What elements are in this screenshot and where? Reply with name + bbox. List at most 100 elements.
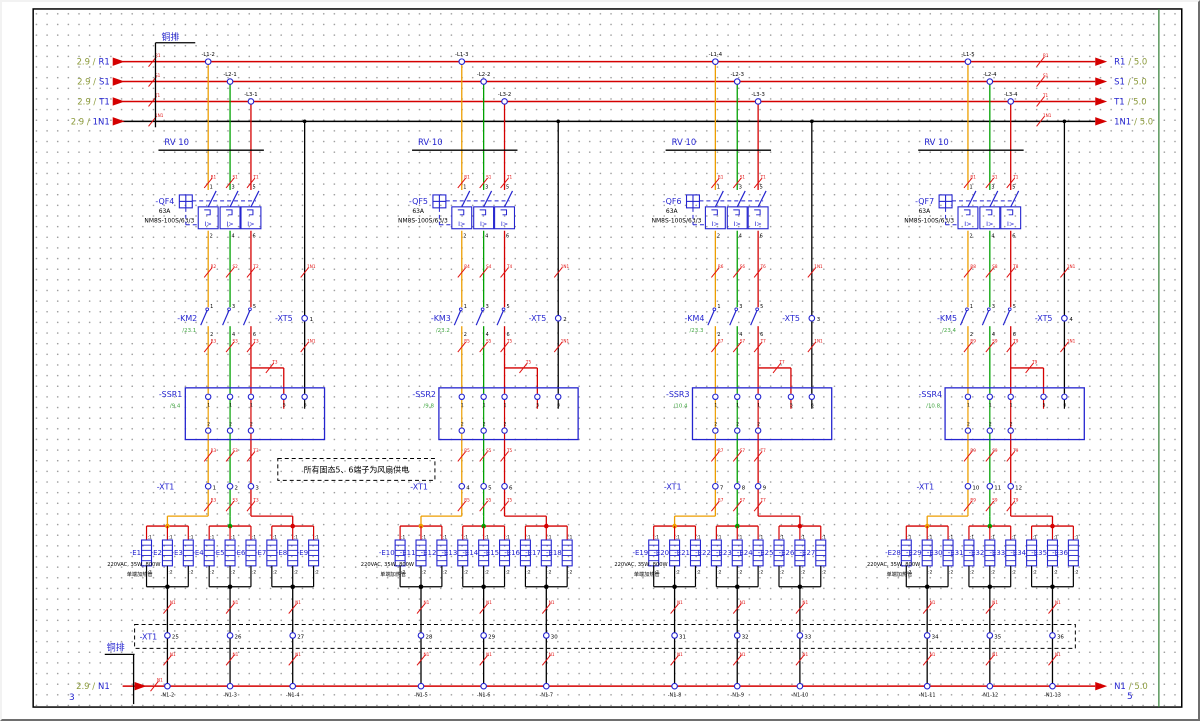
wire-number: T3 <box>252 498 259 503</box>
terminal-number: :1 <box>315 535 319 541</box>
bus-tap[interactable] <box>481 79 487 85</box>
terminal-number: :2 <box>970 569 974 575</box>
neutral-node[interactable] <box>924 683 930 689</box>
bus-tap[interactable] <box>227 79 233 85</box>
bus-tap[interactable] <box>734 79 740 85</box>
wire-number: S1 <box>992 175 998 180</box>
wire-number: S9 <box>992 498 998 503</box>
xt1-bottom-terminal[interactable] <box>481 633 487 639</box>
terminal-number: :1 <box>696 535 700 541</box>
terminal-number: :1 <box>1074 535 1078 541</box>
terminal-number: :1 <box>655 535 659 541</box>
neutral-node[interactable] <box>165 683 171 689</box>
terminal-number: :1 <box>717 535 721 541</box>
neutral-node[interactable] <box>544 683 550 689</box>
element-label: -E10 <box>379 549 395 557</box>
xt1-terminal[interactable] <box>502 484 508 490</box>
heater-spec: 220VAC, 35W, 800W <box>614 562 667 568</box>
terminal-number: 30 <box>551 634 558 640</box>
bus-tap[interactable] <box>459 59 465 65</box>
xt1-terminal[interactable] <box>965 484 971 490</box>
terminal-number: 2 <box>504 422 507 428</box>
terminal-number: 2 <box>714 422 717 428</box>
xt1-bottom-terminal[interactable] <box>227 633 233 639</box>
contactor-name: -KM4 <box>684 314 704 323</box>
xt1-bottom-terminal[interactable] <box>672 633 678 639</box>
xt1-terminal[interactable] <box>755 484 761 490</box>
terminal-number: :2 <box>506 569 510 575</box>
xt5-terminal[interactable] <box>809 315 815 321</box>
neutral-node[interactable] <box>797 683 803 689</box>
xt1-bottom-terminal[interactable] <box>165 633 171 639</box>
xt1-terminal[interactable] <box>459 484 465 490</box>
terminal-number: 1 <box>461 403 464 409</box>
bus-tap[interactable] <box>965 59 971 65</box>
grid-dots <box>34 10 1181 706</box>
wire-number: R8 <box>970 264 976 269</box>
element-label: -E12 <box>421 549 437 557</box>
xt1-terminal[interactable] <box>1008 484 1014 490</box>
xt1-terminal[interactable] <box>227 484 233 490</box>
xt1-terminal[interactable] <box>734 484 740 490</box>
terminal-number: :2 <box>443 569 447 575</box>
schematic-drawing[interactable]: 2.9 /R1R1/ 5.0R1R12.9 /S1S1/ 5.0S1S12.9 … <box>2 2 1198 719</box>
bus-tap[interactable] <box>1008 99 1014 105</box>
xt1-terminal[interactable] <box>205 484 211 490</box>
neutral-node[interactable] <box>1050 683 1056 689</box>
wire-number: N1 <box>549 600 555 605</box>
xt1-name: -XT1 <box>916 482 934 491</box>
terminal-number: :1 <box>526 535 530 541</box>
xt1-bottom-terminal[interactable] <box>290 633 296 639</box>
bus-tap[interactable] <box>987 79 993 85</box>
terminal-number: 2 <box>464 332 467 338</box>
terminal-number: :1 <box>231 535 235 541</box>
xt1-terminal[interactable] <box>987 484 993 490</box>
terminal-number: :2 <box>780 569 784 575</box>
xt1-bottom-terminal[interactable] <box>544 633 550 639</box>
xt1-bottom-terminal[interactable] <box>734 633 740 639</box>
terminal-number: 2 <box>736 422 739 428</box>
xt1-bottom-terminal[interactable] <box>1050 633 1056 639</box>
xt1-terminal[interactable] <box>248 484 254 490</box>
bus-tap[interactable] <box>502 99 508 105</box>
terminal-number: 3 <box>255 485 259 491</box>
wire-number: S2 <box>233 264 239 269</box>
xt1-terminal[interactable] <box>481 484 487 490</box>
neutral-node[interactable] <box>227 683 233 689</box>
element-label: -E33 <box>989 549 1005 557</box>
xt5-terminal[interactable] <box>302 315 308 321</box>
terminal-number: 1 <box>213 485 216 491</box>
terminal-number: 5 <box>790 403 793 409</box>
terminal-number: 1 <box>717 184 720 190</box>
bus-tap[interactable] <box>248 99 254 105</box>
neutral-node[interactable] <box>481 683 487 689</box>
contactor-ref: /23.2 <box>436 328 450 334</box>
xt5-terminal[interactable] <box>1062 315 1068 321</box>
terminal-number: 6 <box>506 234 509 240</box>
bus-tap[interactable] <box>755 99 761 105</box>
terminal-number: 34 <box>932 634 939 640</box>
neutral-node[interactable] <box>290 683 296 689</box>
xt1-bottom-terminal[interactable] <box>987 633 993 639</box>
wire-number: S6 <box>740 264 746 269</box>
contact-tip <box>228 308 231 311</box>
drawing-canvas[interactable]: 2.9 /R1R1/ 5.0R1R12.9 /S1S1/ 5.0S1S12.9 … <box>2 2 1198 719</box>
terminal-number: 1 <box>989 403 992 409</box>
ssr-top-terminal <box>206 394 211 399</box>
xt1-bottom-terminal[interactable] <box>797 633 803 639</box>
neutral-node[interactable] <box>418 683 424 689</box>
wire-number: T7 <box>760 498 767 503</box>
neutral-node[interactable] <box>672 683 678 689</box>
tap-label: -L1-5 <box>961 52 974 58</box>
xt1-bottom-terminal[interactable] <box>418 633 424 639</box>
bus-tap[interactable] <box>713 59 719 65</box>
bus-left-ref: 2.9 /S1 <box>77 77 110 87</box>
neutral-node[interactable] <box>734 683 740 689</box>
xt5-terminal[interactable] <box>555 315 561 321</box>
xt1-terminal[interactable] <box>713 484 719 490</box>
wire-number: N1 <box>740 652 746 657</box>
bus-tap[interactable] <box>205 59 211 65</box>
ssr-top-terminal <box>1008 394 1013 399</box>
neutral-node[interactable] <box>987 683 993 689</box>
xt1-bottom-terminal[interactable] <box>924 633 930 639</box>
